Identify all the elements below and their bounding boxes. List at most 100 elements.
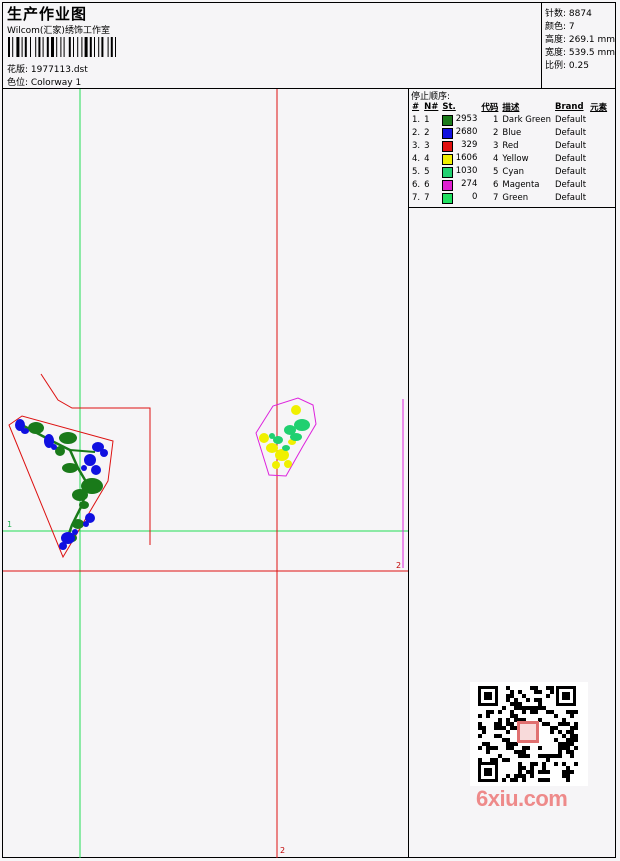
qr-module xyxy=(550,730,554,734)
qr-module xyxy=(510,694,514,698)
qr-module xyxy=(546,686,550,690)
qr-module xyxy=(530,770,534,774)
qr-module xyxy=(514,702,518,706)
qr-module xyxy=(554,762,558,766)
qr-code-watermark xyxy=(470,682,588,786)
qr-module xyxy=(514,706,518,710)
qr-module xyxy=(478,726,482,730)
qr-module xyxy=(510,690,514,694)
qr-module xyxy=(542,762,546,766)
qr-module xyxy=(566,722,570,726)
qr-module xyxy=(538,706,542,710)
qr-module xyxy=(566,750,570,754)
qr-module xyxy=(522,706,526,710)
qr-module xyxy=(570,738,574,742)
qr-module xyxy=(546,778,550,782)
qr-module xyxy=(542,778,546,782)
qr-module xyxy=(486,710,490,714)
qr-module xyxy=(482,742,486,746)
qr-module xyxy=(554,726,558,730)
qr-module xyxy=(574,762,578,766)
qr-module xyxy=(570,734,574,738)
qr-module xyxy=(522,694,526,698)
qr-module xyxy=(546,710,550,714)
qr-module xyxy=(570,770,574,774)
qr-module xyxy=(558,746,562,750)
qr-module xyxy=(570,730,574,734)
qr-module xyxy=(554,754,558,758)
qr-module xyxy=(530,706,534,710)
qr-module xyxy=(518,690,522,694)
qr-module xyxy=(530,766,534,770)
qr-module xyxy=(546,758,550,762)
qr-module xyxy=(486,746,490,750)
qr-module xyxy=(566,746,570,750)
qr-module xyxy=(534,698,538,702)
qr-module xyxy=(574,738,578,742)
qr-module xyxy=(522,710,526,714)
qr-module xyxy=(566,778,570,782)
qr-module xyxy=(502,758,506,762)
qr-module xyxy=(514,698,518,702)
qr-module xyxy=(478,714,482,718)
qr-module xyxy=(506,694,510,698)
qr-module xyxy=(506,746,510,750)
qr-module xyxy=(486,742,490,746)
qr-module xyxy=(514,714,518,718)
qr-module xyxy=(538,754,542,758)
qr-module xyxy=(484,768,492,776)
qr-module xyxy=(506,774,510,778)
qr-module xyxy=(514,774,518,778)
qr-module xyxy=(518,774,522,778)
qr-module xyxy=(530,774,534,778)
qr-module xyxy=(502,778,506,782)
qr-module xyxy=(554,714,558,718)
qr-module xyxy=(570,710,574,714)
qr-module xyxy=(518,754,522,758)
guide-marker-2: 2 xyxy=(396,561,402,570)
qr-module xyxy=(534,762,538,766)
qr-module xyxy=(558,742,562,746)
qr-module xyxy=(494,722,498,726)
qr-module xyxy=(538,690,542,694)
qr-module xyxy=(506,738,510,742)
qr-module xyxy=(534,686,538,690)
qr-module xyxy=(574,734,578,738)
qr-module xyxy=(562,762,566,766)
qr-module xyxy=(510,778,514,782)
qr-module xyxy=(498,722,502,726)
qr-module xyxy=(566,770,570,774)
qr-module xyxy=(510,702,514,706)
qr-module xyxy=(526,698,530,702)
qr-module xyxy=(538,770,542,774)
qr-module xyxy=(562,742,566,746)
qr-module xyxy=(550,690,554,694)
qr-module xyxy=(490,758,494,762)
qr-module xyxy=(502,738,506,742)
qr-module xyxy=(526,746,530,750)
qr-module xyxy=(478,746,482,750)
qr-module xyxy=(494,726,498,730)
qr-module xyxy=(570,742,574,746)
qr-module xyxy=(530,710,534,714)
qr-module xyxy=(566,742,570,746)
qr-module xyxy=(546,722,550,726)
qr-module xyxy=(510,722,514,726)
qr-module xyxy=(542,706,546,710)
qr-module xyxy=(484,692,492,700)
guide-marker-1: 1 xyxy=(7,520,13,529)
qr-module xyxy=(514,778,518,782)
qr-module xyxy=(530,686,534,690)
qr-module xyxy=(502,726,506,730)
qr-module xyxy=(498,734,502,738)
qr-module xyxy=(506,698,510,702)
qr-module xyxy=(546,770,550,774)
qr-module xyxy=(478,734,482,738)
qr-module xyxy=(518,706,522,710)
qr-module xyxy=(538,702,542,706)
qr-module xyxy=(482,730,486,734)
qr-module xyxy=(522,778,526,782)
qr-module xyxy=(498,726,502,730)
qr-module xyxy=(526,754,530,758)
qr-module xyxy=(574,726,578,730)
